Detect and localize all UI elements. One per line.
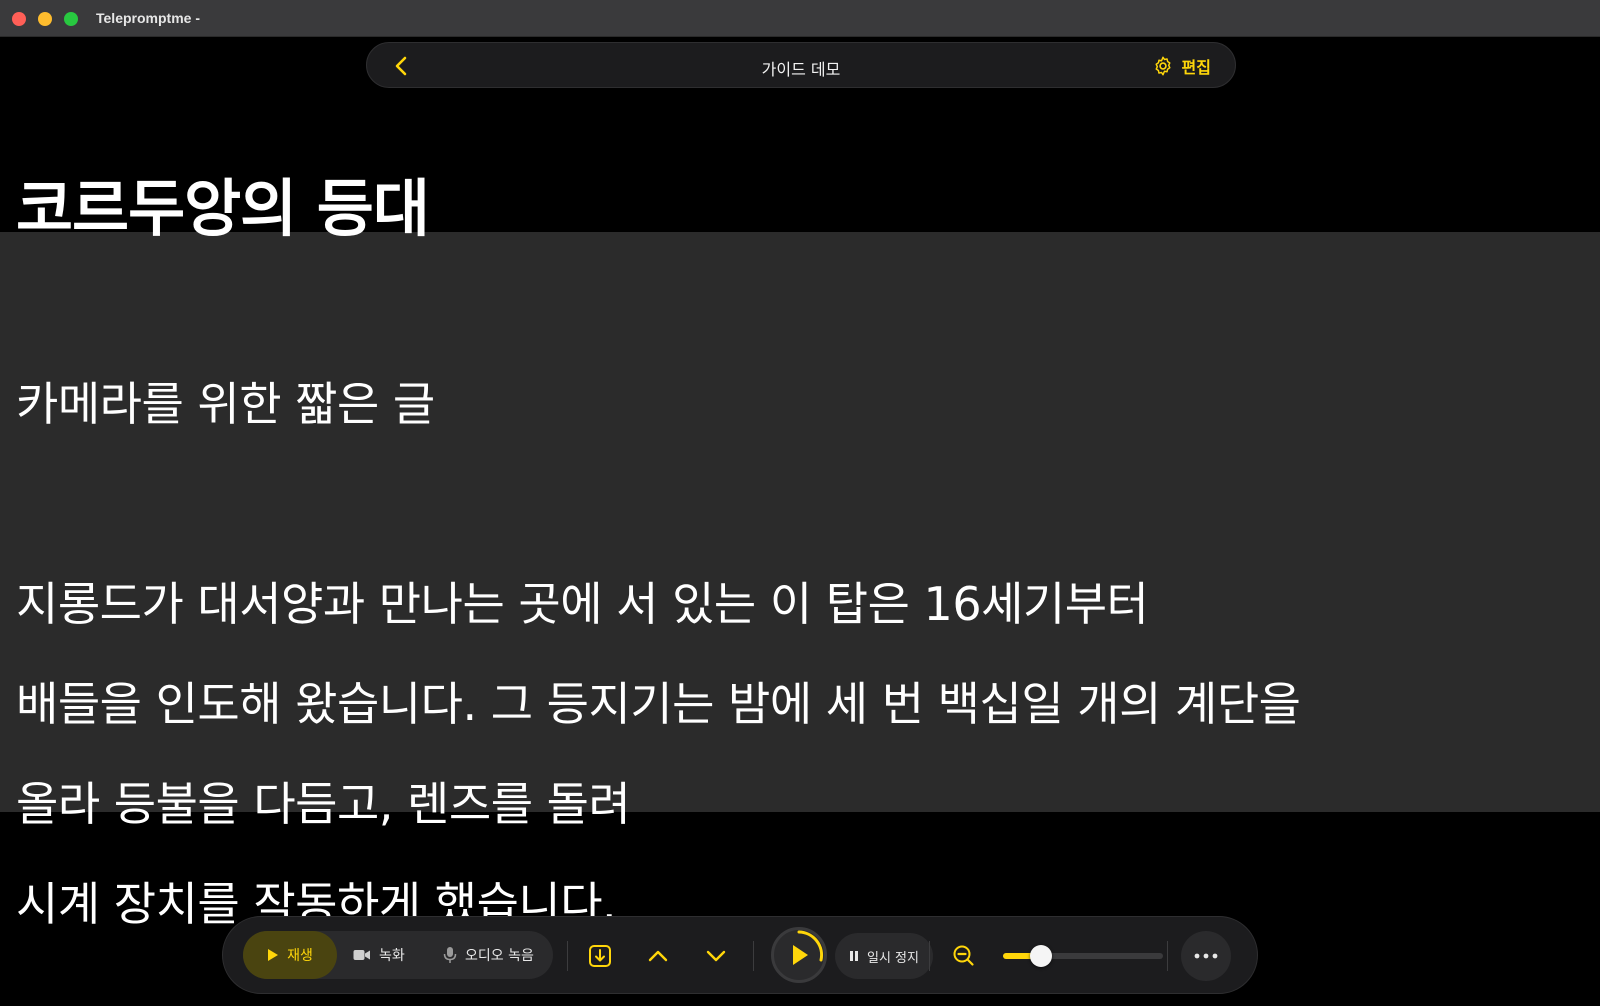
video-camera-icon	[353, 950, 370, 960]
play-mode-label: 재생	[287, 948, 313, 964]
edit-button[interactable]: 편집	[1152, 53, 1211, 79]
mode-selector: 재생 녹화 오디오 녹음	[243, 931, 553, 979]
script-line: 카메라를 위한 짧은 글	[16, 377, 435, 431]
audio-record-mode-label: 오디오 녹음	[465, 948, 534, 964]
more-options-button[interactable]	[1181, 931, 1231, 981]
zoom-out-icon	[953, 945, 974, 966]
pause-icon	[850, 951, 858, 961]
zoom-out-button[interactable]	[949, 941, 979, 971]
chevron-down-icon	[706, 950, 726, 962]
play-mode-button[interactable]: 재생	[243, 931, 337, 979]
script-line: 지롱드가 대서양과 만나는 곳에 서 있는 이 탑은 16세기부터	[16, 577, 1149, 631]
script-line: 올라 등불을 다듬고, 렌즈를 돌려	[16, 777, 631, 831]
scroll-up-button[interactable]	[643, 941, 673, 971]
download-icon	[589, 945, 611, 967]
divider	[1167, 941, 1168, 971]
window-title: Telepromptme -	[96, 10, 200, 26]
speed-slider[interactable]	[1003, 945, 1163, 967]
divider	[567, 941, 568, 971]
chevron-up-icon	[648, 950, 668, 962]
script-line: 배들을 인도해 왔습니다. 그 등지기는 밤에 세 번 백십일 개의 계단을	[16, 677, 1301, 731]
divider	[929, 941, 930, 971]
minimize-window-button[interactable]	[38, 12, 52, 26]
download-button[interactable]	[585, 941, 615, 971]
record-mode-label: 녹화	[379, 948, 405, 964]
playback-control-bar: 재생 녹화 오디오 녹음 일시 정지	[222, 916, 1258, 994]
pause-button[interactable]: 일시 정지	[835, 933, 933, 979]
pause-label: 일시 정지	[867, 950, 919, 966]
speed-slider-thumb[interactable]	[1030, 945, 1053, 967]
more-icon	[1194, 953, 1218, 959]
play-icon	[793, 930, 824, 965]
play-button[interactable]	[771, 927, 827, 983]
divider	[753, 941, 754, 971]
maximize-window-button[interactable]	[64, 12, 78, 26]
script-title: 코르두앙의 등대	[16, 172, 430, 245]
play-icon	[268, 949, 279, 961]
title-bar: Telepromptme -	[0, 0, 1600, 37]
close-window-button[interactable]	[12, 12, 26, 26]
top-navigation-bar: 가이드 데모 편집	[366, 42, 1236, 88]
document-title: 가이드 데모	[761, 60, 841, 79]
audio-record-mode-button[interactable]: 오디오 녹음	[443, 931, 534, 979]
gear-icon	[1155, 56, 1171, 76]
record-mode-button[interactable]: 녹화	[353, 931, 405, 979]
edit-label: 편집	[1181, 58, 1211, 77]
scroll-down-button[interactable]	[701, 941, 731, 971]
microphone-icon	[443, 947, 457, 963]
